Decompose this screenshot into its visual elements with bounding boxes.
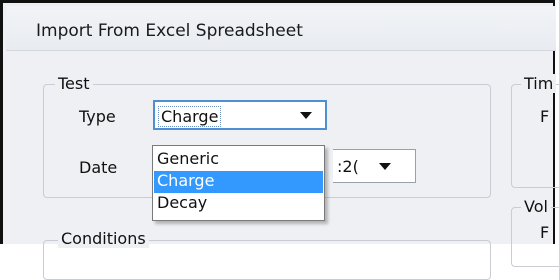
date-picker[interactable]: :2(	[333, 149, 416, 183]
chevron-down-icon[interactable]	[300, 112, 312, 119]
conditions-group-legend: Conditions	[58, 229, 149, 248]
voltage-groupbox	[511, 207, 559, 267]
dropdown-option-decay[interactable]: Decay	[154, 193, 323, 215]
voltage-group-legend: Vol	[521, 197, 551, 216]
time-groupbox	[511, 84, 559, 188]
type-dropdown-list[interactable]: Generic Charge Decay	[152, 145, 325, 221]
window-title: Import From Excel Spreadsheet	[36, 21, 303, 41]
date-label: Date	[79, 158, 118, 177]
time-field-label: F	[540, 107, 550, 126]
test-group-legend: Test	[55, 74, 93, 93]
date-value: :2(	[337, 157, 359, 176]
dialog-window: Import From Excel Spreadsheet Test Type …	[0, 0, 559, 280]
type-label: Type	[79, 107, 116, 126]
type-combobox[interactable]: Charge	[153, 100, 327, 130]
dropdown-option-generic[interactable]: Generic	[154, 149, 323, 171]
type-combobox-value: Charge	[158, 106, 222, 127]
title-bar[interactable]: Import From Excel Spreadsheet	[6, 6, 556, 51]
dropdown-option-charge[interactable]: Charge	[154, 171, 323, 193]
time-group-legend: Tim	[521, 74, 557, 93]
voltage-field-label: F	[540, 223, 550, 242]
chevron-down-icon[interactable]	[379, 163, 391, 170]
